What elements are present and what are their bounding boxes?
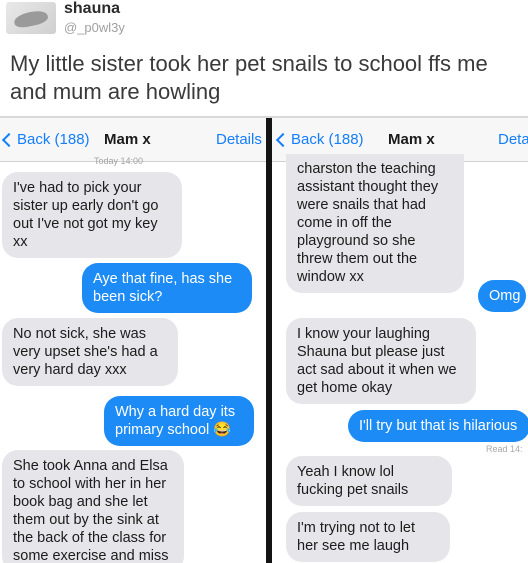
chevron-left-icon <box>275 132 291 147</box>
conversation-title: Mam x <box>104 131 151 148</box>
back-button[interactable]: Back (188) <box>275 131 364 148</box>
message-incoming: I'm trying not to let her see me laugh <box>286 512 450 562</box>
timestamp: Today 14:00 <box>94 156 144 166</box>
right-screenshot: Back (188) Mam x Deta charston the teach… <box>272 118 528 563</box>
chevron-left-icon <box>1 132 17 147</box>
message-incoming: Yeah I know lol fucking pet snails <box>286 456 452 506</box>
details-button[interactable]: Details <box>216 131 262 148</box>
back-label: Back (188) <box>17 131 90 148</box>
message-incoming: charston the teaching assistant thought … <box>286 154 464 293</box>
avatar[interactable] <box>6 2 56 34</box>
message-outgoing: Why a hard day its primary school 😂 <box>104 396 254 446</box>
message-outgoing: Aye that fine, has she been sick? <box>82 263 252 313</box>
display-name[interactable]: shauna <box>64 0 120 18</box>
message-outgoing: I'll try but that is hilarious <box>348 410 528 442</box>
user-handle[interactable]: @_p0wl3y <box>64 20 125 35</box>
tweet-header: shauna @_p0wl3y My little sister took he… <box>0 0 528 118</box>
left-screenshot: Back (188) Mam x Details Today 14:00 I'v… <box>0 118 266 563</box>
message-outgoing: Omg <box>478 280 526 312</box>
back-label: Back (188) <box>291 131 364 148</box>
details-button[interactable]: Deta <box>498 131 528 148</box>
tweet-text: My little sister took her pet snails to … <box>10 51 488 104</box>
message-incoming: No not sick, she was very upset she's ha… <box>2 318 178 386</box>
conversation-title: Mam x <box>388 131 435 148</box>
message-incoming: I've had to pick your sister up early do… <box>2 172 182 258</box>
read-receipt: Read 14: <box>486 444 523 454</box>
back-button[interactable]: Back (188) <box>1 131 90 148</box>
message-incoming: She took Anna and Elsa to school with he… <box>2 450 184 563</box>
message-incoming: I know your laughing Shauna but please j… <box>286 318 476 404</box>
